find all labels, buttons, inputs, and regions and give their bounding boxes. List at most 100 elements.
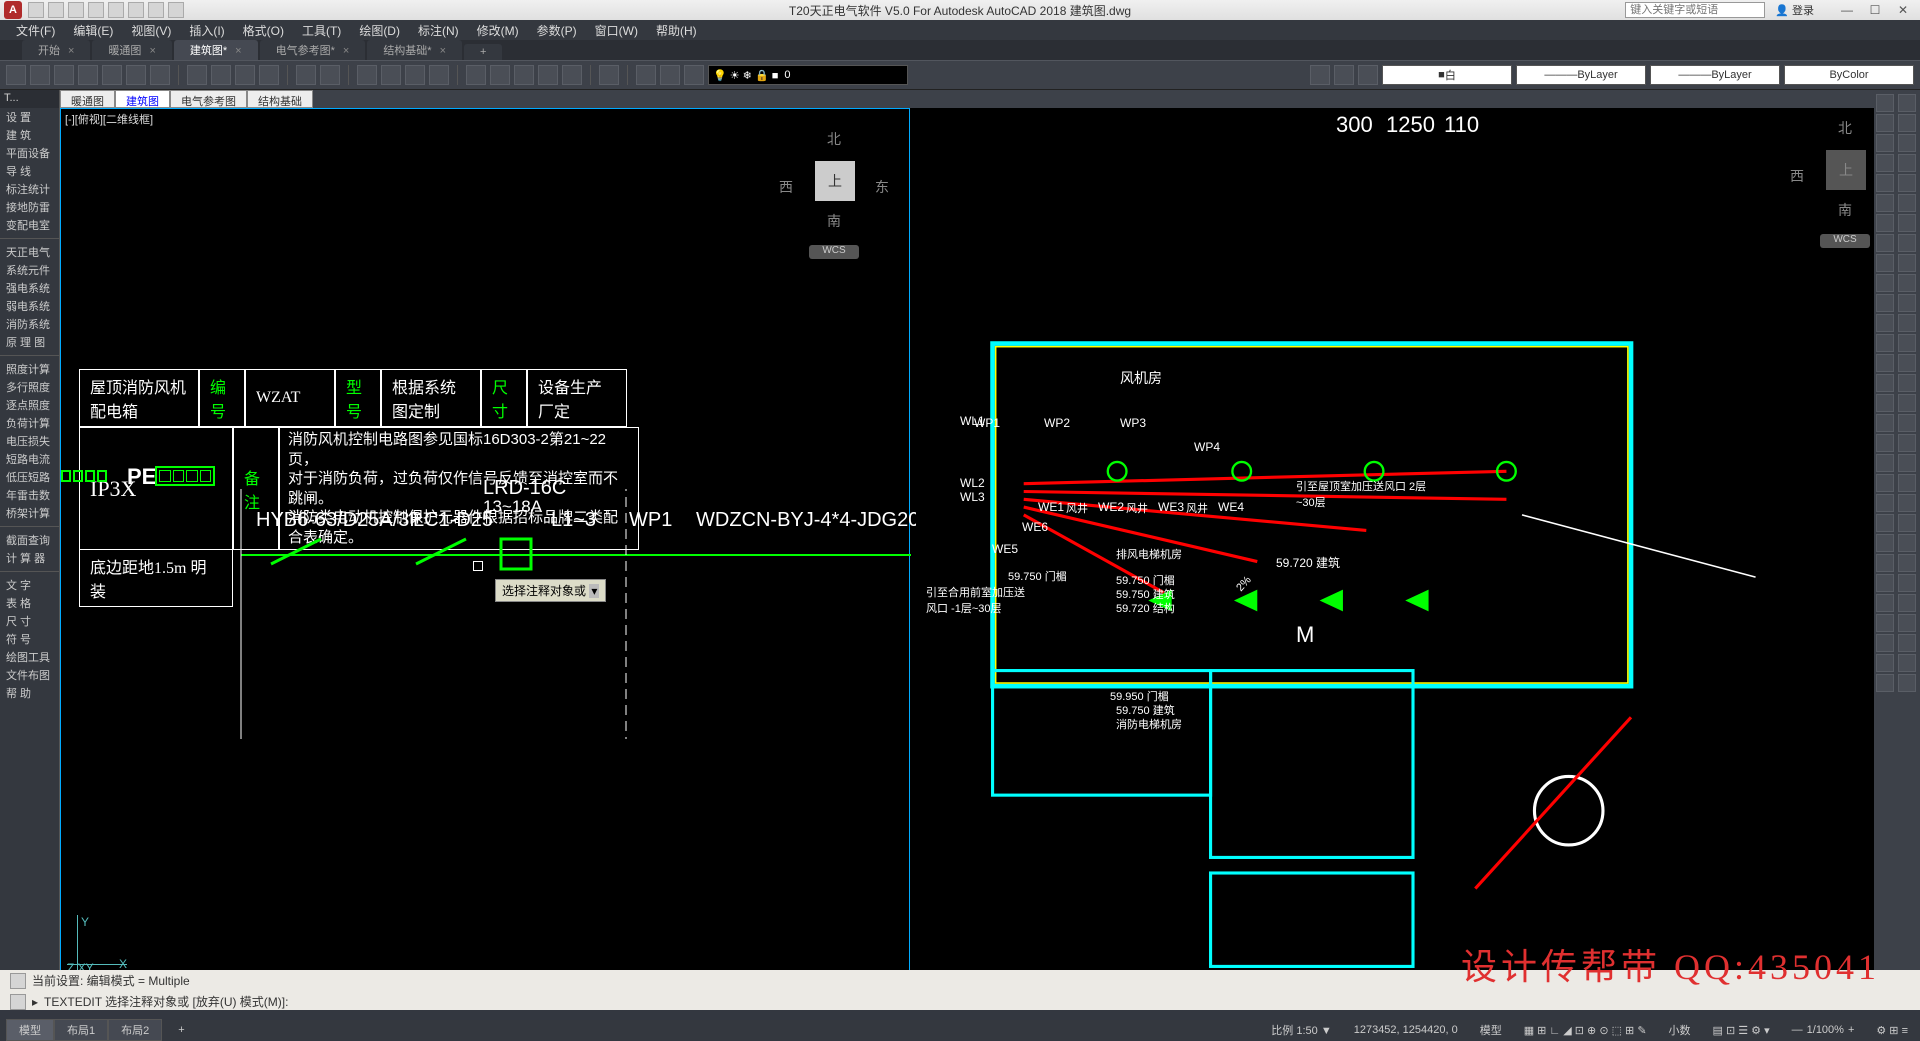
menu-item[interactable]: 工具(T): [294, 22, 349, 39]
compass-west[interactable]: 西: [779, 177, 793, 197]
qat-btn[interactable]: [128, 2, 144, 18]
tb-btn[interactable]: [126, 65, 146, 85]
tb-btn[interactable]: [357, 65, 377, 85]
tool-btn[interactable]: [1876, 514, 1894, 532]
tool-btn[interactable]: [1876, 254, 1894, 272]
tool-btn[interactable]: [1898, 174, 1916, 192]
palette-item[interactable]: 计 算 器: [0, 549, 59, 567]
palette-item[interactable]: 尺 寸: [0, 612, 59, 630]
palette-item[interactable]: 接地防雷: [0, 198, 59, 216]
drawing-area[interactable]: 暖通图建筑图电气参考图结构基础 [-][俯视][二维线框] 北 南 东 西 上 …: [60, 90, 1920, 1010]
tool-btn[interactable]: [1898, 114, 1916, 132]
tb-btn[interactable]: [102, 65, 122, 85]
palette-item[interactable]: 消防系统: [0, 315, 59, 333]
left-viewport[interactable]: [-][俯视][二维线框] 北 南 东 西 上 WCS 屋顶消防风机配电箱编号W…: [60, 108, 910, 982]
tb-btn[interactable]: [490, 65, 510, 85]
compass-north[interactable]: 北: [827, 129, 841, 149]
file-tab[interactable]: 开始×: [22, 40, 90, 60]
tool-btn[interactable]: [1898, 654, 1916, 672]
palette-item[interactable]: 系统元件: [0, 261, 59, 279]
tool-btn[interactable]: [1876, 594, 1894, 612]
color-combo[interactable]: ■ 白: [1382, 65, 1512, 85]
palette-item[interactable]: 年雷击数: [0, 486, 59, 504]
tb-btn[interactable]: [6, 65, 26, 85]
menu-item[interactable]: 插入(I): [181, 22, 232, 39]
file-tab[interactable]: 结构基础*×: [367, 40, 462, 60]
tool-btn[interactable]: [1898, 134, 1916, 152]
tool-btn[interactable]: [1898, 294, 1916, 312]
palette-item[interactable]: 负荷计算: [0, 414, 59, 432]
file-tab[interactable]: 建筑图*×: [174, 40, 258, 60]
menu-item[interactable]: 编辑(E): [65, 22, 121, 39]
tb-btn[interactable]: [235, 65, 255, 85]
tool-btn[interactable]: [1876, 174, 1894, 192]
view-cube[interactable]: 北 南 东 西 上 WCS: [779, 129, 889, 259]
palette-item[interactable]: 短路电流: [0, 450, 59, 468]
palette-item[interactable]: 建 筑: [0, 126, 59, 144]
layer-combo[interactable]: 💡 ☀ ❄ 🔒 ■ 0: [708, 65, 908, 85]
tool-btn[interactable]: [1876, 394, 1894, 412]
tool-btn[interactable]: [1876, 294, 1894, 312]
tool-btn[interactable]: [1876, 94, 1894, 112]
qat-btn[interactable]: [28, 2, 44, 18]
menu-item[interactable]: 文件(F): [8, 22, 63, 39]
menu-item[interactable]: 绘图(D): [351, 22, 408, 39]
tool-btn[interactable]: [1876, 234, 1894, 252]
palette-item[interactable]: 帮 助: [0, 684, 59, 702]
qat-btn[interactable]: [68, 2, 84, 18]
tool-btn[interactable]: [1898, 474, 1916, 492]
tool-btn[interactable]: [1876, 354, 1894, 372]
tool-btn[interactable]: [1876, 134, 1894, 152]
view-tab[interactable]: 电气参考图: [170, 90, 247, 108]
palette-item[interactable]: 原 理 图: [0, 333, 59, 351]
tb-btn[interactable]: [466, 65, 486, 85]
palette-item[interactable]: 弱电系统: [0, 297, 59, 315]
tool-btn[interactable]: [1876, 634, 1894, 652]
tool-btn[interactable]: [1898, 414, 1916, 432]
tb-btn[interactable]: [320, 65, 340, 85]
tool-btn[interactable]: [1898, 434, 1916, 452]
tool-btn[interactable]: [1876, 434, 1894, 452]
tool-btn[interactable]: [1898, 594, 1916, 612]
tool-btn[interactable]: [1898, 274, 1916, 292]
tool-btn[interactable]: [1898, 334, 1916, 352]
tool-btn[interactable]: [1876, 334, 1894, 352]
tb-btn[interactable]: [1334, 65, 1354, 85]
tb-btn[interactable]: [599, 65, 619, 85]
palette-item[interactable]: 文 字: [0, 576, 59, 594]
palette-item[interactable]: 表 格: [0, 594, 59, 612]
qat-btn[interactable]: [88, 2, 104, 18]
view-tab[interactable]: 暖通图: [60, 90, 115, 108]
palette-item[interactable]: 桥架计算: [0, 504, 59, 522]
tb-btn[interactable]: [30, 65, 50, 85]
layout-tab[interactable]: 布局1: [54, 1019, 108, 1041]
view-tab[interactable]: 建筑图: [115, 90, 170, 108]
lineweight-combo[interactable]: ——— ByLayer: [1650, 65, 1780, 85]
tb-btn[interactable]: [636, 65, 656, 85]
palette-item[interactable]: 逐点照度: [0, 396, 59, 414]
compass-top[interactable]: 上: [815, 161, 855, 201]
tool-btn[interactable]: [1876, 614, 1894, 632]
tb-btn[interactable]: [684, 65, 704, 85]
tool-btn[interactable]: [1876, 654, 1894, 672]
tool-btn[interactable]: [1898, 314, 1916, 332]
tool-btn[interactable]: [1876, 474, 1894, 492]
palette-item[interactable]: 强电系统: [0, 279, 59, 297]
menu-item[interactable]: 视图(V): [123, 22, 179, 39]
tool-btn[interactable]: [1898, 614, 1916, 632]
tool-btn[interactable]: [1876, 574, 1894, 592]
tool-btn[interactable]: [1876, 554, 1894, 572]
palette-item[interactable]: 导 线: [0, 162, 59, 180]
tool-btn[interactable]: [1876, 534, 1894, 552]
menu-item[interactable]: 窗口(W): [587, 22, 646, 39]
palette-item[interactable]: 标注统计: [0, 180, 59, 198]
tool-btn[interactable]: [1898, 374, 1916, 392]
plotstyle-combo[interactable]: ByColor: [1784, 65, 1914, 85]
help-search-input[interactable]: [1625, 2, 1765, 18]
tool-btn[interactable]: [1898, 494, 1916, 512]
file-tab[interactable]: 电气参考图*×: [260, 40, 366, 60]
palette-item[interactable]: 电压损失: [0, 432, 59, 450]
tool-btn[interactable]: [1898, 234, 1916, 252]
tb-btn[interactable]: [538, 65, 558, 85]
tool-btn[interactable]: [1876, 274, 1894, 292]
